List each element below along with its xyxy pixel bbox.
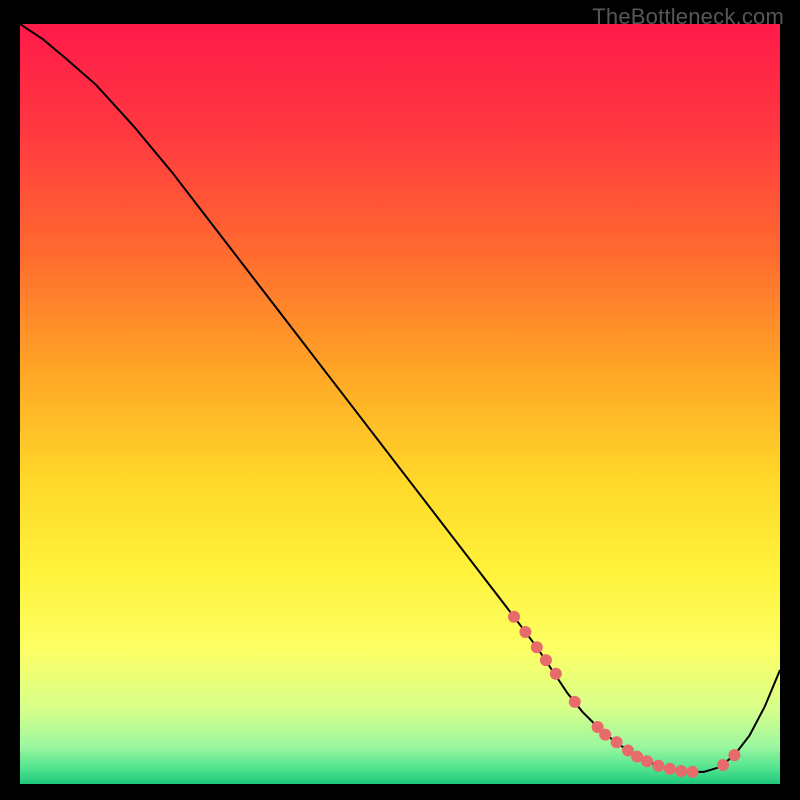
plot-area	[20, 24, 780, 784]
data-marker	[664, 763, 676, 775]
data-marker	[641, 755, 653, 767]
data-marker	[519, 626, 531, 638]
data-marker	[652, 760, 664, 772]
data-marker	[611, 736, 623, 748]
data-marker	[599, 729, 611, 741]
data-marker	[508, 611, 520, 623]
data-marker	[569, 696, 581, 708]
data-marker	[540, 654, 552, 666]
data-marker	[550, 668, 562, 680]
data-marker	[675, 765, 687, 777]
data-marker	[717, 759, 729, 771]
data-marker	[728, 749, 740, 761]
data-marker	[531, 641, 543, 653]
data-marker	[687, 766, 699, 778]
chart-frame: TheBottleneck.com	[0, 0, 800, 800]
chart-background	[20, 24, 780, 784]
chart-svg	[20, 24, 780, 784]
